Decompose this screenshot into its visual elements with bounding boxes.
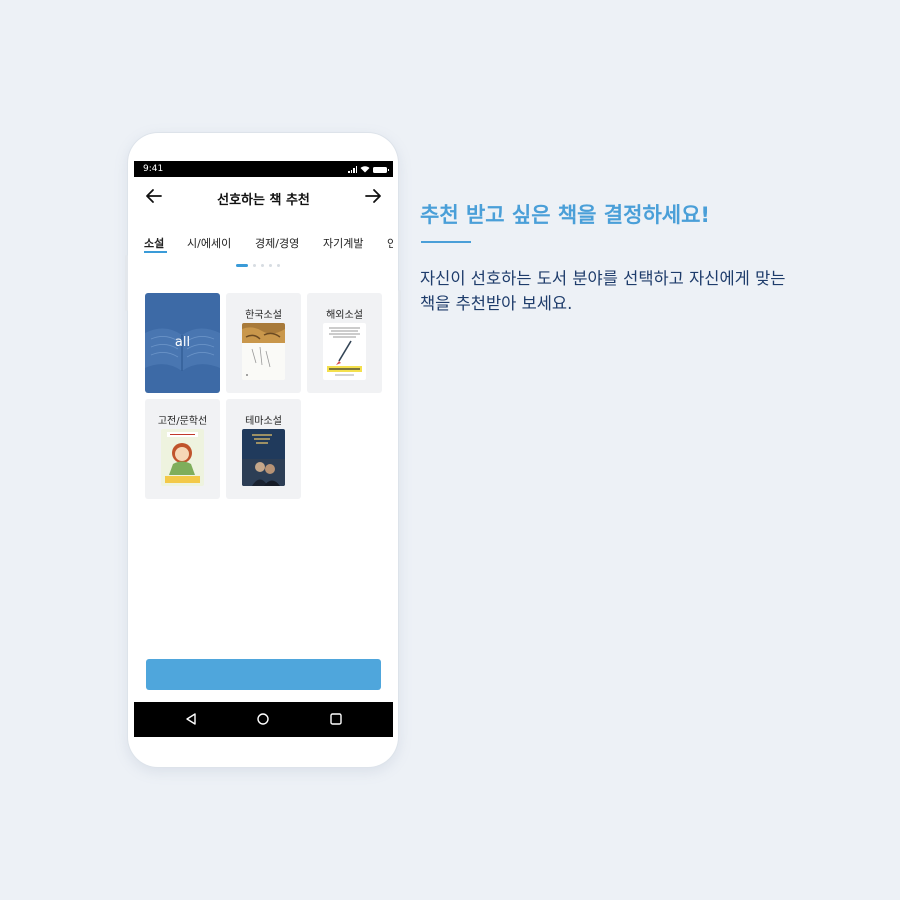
status-time: 9:41 — [143, 164, 164, 174]
category-label: 해외소설 — [326, 310, 363, 321]
headline-divider — [421, 241, 471, 243]
pager-dot[interactable] — [277, 264, 280, 267]
page-title: 선호하는 책 추천 — [217, 193, 310, 208]
category-grid: all 한국소설 해외소설 고전/문학선 테마소설 — [134, 281, 393, 651]
pager-dot[interactable] — [253, 264, 256, 267]
pager-dot[interactable] — [269, 264, 272, 267]
arrow-right-icon[interactable] — [363, 186, 383, 206]
confirm-button[interactable] — [146, 659, 381, 690]
android-nav-bar — [134, 702, 393, 737]
pager-dot-active[interactable] — [236, 264, 248, 267]
status-bar: 9:41 — [134, 161, 393, 177]
category-label: all — [174, 335, 191, 350]
tab-active-indicator — [144, 251, 167, 253]
genre-tabs: 소설 시/에세이 경제/경영 자기계발 인 — [134, 215, 393, 255]
nav-recents-icon[interactable] — [329, 712, 343, 726]
phone-volume-button — [125, 255, 128, 311]
nav-home-icon[interactable] — [256, 712, 270, 726]
book-cover-image — [242, 323, 285, 380]
category-label: 한국소설 — [245, 310, 282, 321]
description-text: 자신이 선호하는 도서 분야를 선택하고 자신에게 맞는 책을 추천받아 보세요… — [420, 269, 786, 313]
phone-screen: 9:41 선호하는 책 추천 소설 시/에세이 경제/경영 자기계발 인 all… — [134, 161, 393, 737]
category-card-classic-literature[interactable]: 고전/문학선 — [145, 399, 220, 499]
status-icons — [348, 165, 389, 173]
tab-poetry-essay[interactable]: 시/에세이 — [187, 235, 231, 251]
phone-power-button — [398, 290, 401, 352]
book-cover-image — [161, 429, 204, 486]
tab-economy-business[interactable]: 경제/경영 — [255, 235, 299, 251]
category-card-all[interactable]: all — [145, 293, 220, 393]
pager-dot[interactable] — [261, 264, 264, 267]
headline: 추천 받고 싶은 책을 결정하세요! — [420, 203, 710, 227]
nav-back-icon[interactable] — [184, 712, 198, 726]
category-card-foreign-novel[interactable]: 해외소설 — [307, 293, 382, 393]
tab-humanities[interactable]: 인 — [387, 235, 393, 251]
category-card-korean-novel[interactable]: 한국소설 — [226, 293, 301, 393]
category-label: 테마소설 — [245, 416, 282, 427]
app-header: 선호하는 책 추천 — [134, 177, 393, 215]
category-label: 고전/문학선 — [157, 416, 208, 427]
category-card-theme-novel[interactable]: 테마소설 — [226, 399, 301, 499]
tab-novel[interactable]: 소설 — [144, 235, 164, 251]
book-cover-image — [323, 323, 366, 380]
battery-icon — [373, 167, 389, 173]
signal-icon — [348, 166, 357, 173]
wifi-icon — [360, 166, 370, 173]
book-cover-image — [242, 429, 285, 486]
pager-dots — [236, 264, 280, 267]
tab-self-development[interactable]: 자기계발 — [323, 235, 363, 251]
